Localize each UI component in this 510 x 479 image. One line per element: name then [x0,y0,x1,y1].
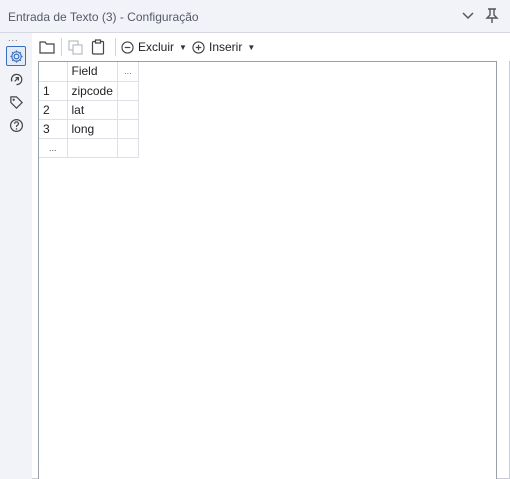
toolbar-divider [115,38,116,56]
copy-button[interactable] [68,38,83,56]
pin-icon[interactable] [483,7,501,25]
dropdown-caret-icon: ▼ [247,42,256,52]
delete-label: Excluir [138,40,175,54]
cell-field[interactable]: zipcode [67,81,118,101]
row-number: 2 [39,100,68,120]
empty-cell[interactable] [117,100,139,120]
row-number: 1 [39,81,68,101]
window-title: Entrada de Texto (3) - Configuração [8,10,199,24]
table-row[interactable]: 3 long [39,119,139,139]
chevron-down-icon[interactable] [459,7,477,25]
insert-button[interactable]: Inserir ▼ [192,38,255,56]
side-nav: ... [0,33,32,479]
tag-icon[interactable] [6,92,26,112]
toolbar-divider [61,38,62,56]
help-icon[interactable] [6,115,26,135]
paste-button[interactable] [91,38,105,56]
title-bar: Entrada de Texto (3) - Configuração [0,0,510,33]
insert-label: Inserir [209,40,243,54]
plus-circle-icon [192,40,205,54]
row-number: 3 [39,119,68,139]
connection-icon[interactable] [6,69,26,89]
table-row[interactable]: 2 lat [39,100,139,120]
dropdown-caret-icon: ▼ [179,42,187,52]
minus-circle-icon [121,40,134,54]
delete-button[interactable]: Excluir ▼ [121,38,187,56]
cell-field[interactable]: long [67,119,118,139]
open-folder-button[interactable] [39,38,55,56]
new-row-indicator[interactable]: ... [39,138,68,158]
column-header-field[interactable]: Field [67,62,118,82]
grid-header-row: Field ... [39,62,139,82]
empty-cell[interactable] [117,119,139,139]
data-grid[interactable]: Field ... 1 zipcode 2 lat 3 long ... [38,61,497,479]
row-number-header [39,62,68,82]
empty-cell[interactable] [117,81,139,101]
gear-icon[interactable] [6,46,26,66]
empty-cell[interactable] [117,138,139,158]
table-row[interactable]: 1 zipcode [39,81,139,101]
empty-cell[interactable] [67,138,118,158]
cell-field[interactable]: lat [67,100,118,120]
overflow-indicator: ... [8,33,19,43]
add-column-cell[interactable]: ... [117,62,139,82]
toolbar: Excluir ▼ Inserir ▼ [32,33,510,61]
new-row[interactable]: ... [39,138,139,158]
